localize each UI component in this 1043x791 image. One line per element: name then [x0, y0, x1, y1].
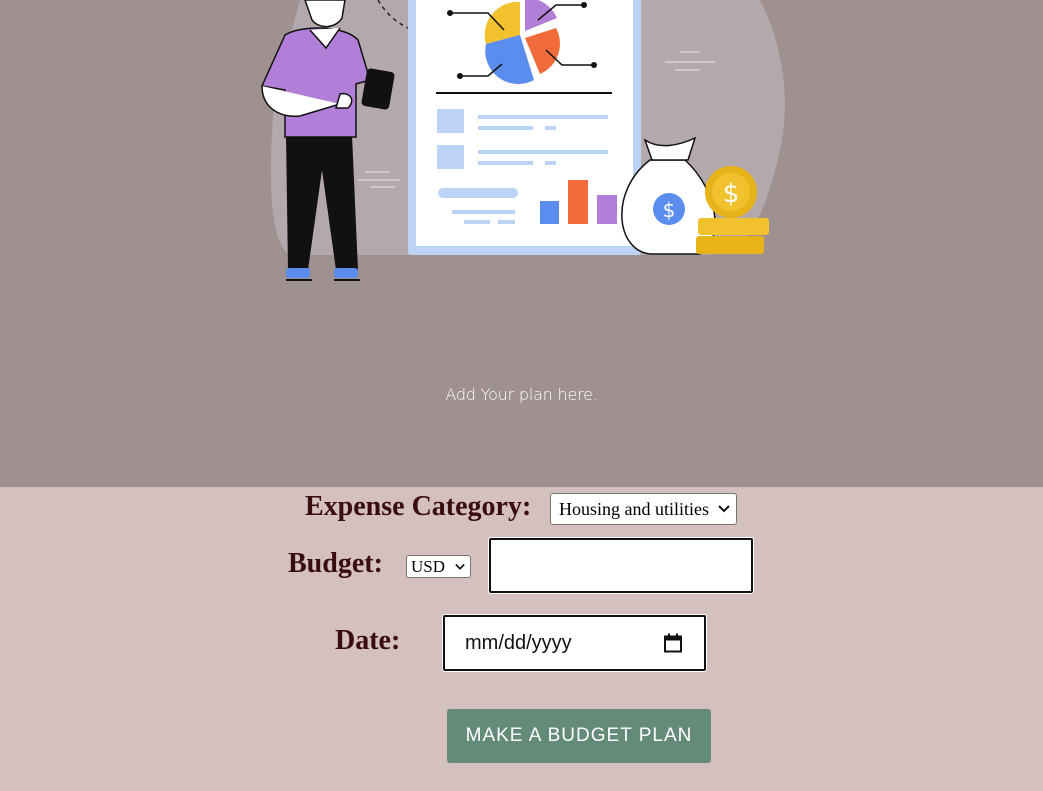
calendar-icon[interactable] [664, 633, 682, 653]
chevron-down-icon [718, 505, 730, 513]
hero-caption: Add Your plan here. [445, 385, 598, 404]
date-input[interactable]: mm/dd/yyyy [443, 615, 706, 671]
date-placeholder: mm/dd/yyyy [465, 631, 572, 654]
svg-text:$: $ [723, 179, 740, 209]
chevron-down-icon [455, 563, 465, 570]
category-select-value: Housing and utilities [559, 498, 709, 519]
category-label: Expense Category: [305, 491, 532, 522]
budget-amount-input[interactable] [489, 538, 753, 593]
date-label: Date: [335, 625, 401, 656]
currency-select-value: USD [411, 556, 446, 576]
report-document-icon [408, 0, 641, 255]
svg-text:$: $ [663, 198, 676, 222]
category-select[interactable]: Housing and utilities [550, 493, 737, 525]
hero-section: $ $ Add Your plan here. [0, 0, 1043, 487]
budget-form: Expense Category: Housing and utilities … [0, 487, 1043, 791]
make-budget-plan-button[interactable]: MAKE A BUDGET PLAN [447, 709, 711, 763]
budget-label: Budget: [288, 548, 383, 579]
currency-select[interactable]: USD [406, 555, 471, 578]
hero-illustration: $ $ [260, 0, 785, 281]
